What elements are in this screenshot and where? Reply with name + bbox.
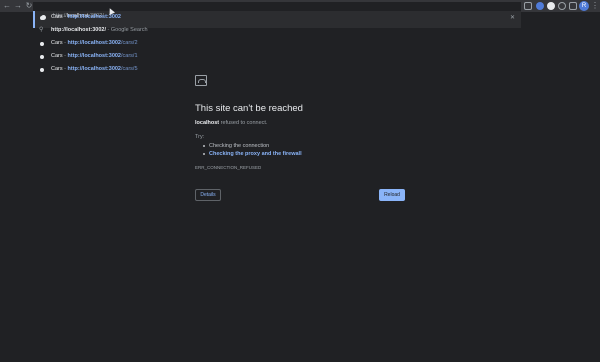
puzzle-icon[interactable] [558, 2, 566, 10]
error-title: This site can't be reached [195, 103, 303, 114]
omnibox-dropdown: http://localhost:3002/ ✕ Cars - http://l… [33, 2, 521, 77]
details-button[interactable]: Details [195, 189, 221, 201]
globe-icon [40, 68, 44, 72]
forward-icon[interactable]: → [13, 1, 23, 11]
globe-icon [40, 42, 44, 46]
extension-icon[interactable] [524, 2, 532, 10]
extension-icon[interactable] [547, 2, 555, 10]
suggestion-row[interactable]: Cars - http://localhost:3002 [33, 12, 521, 24]
try-label: Try: [195, 134, 205, 140]
extension-icon[interactable] [536, 2, 544, 10]
reload-button[interactable]: Reload [379, 189, 405, 201]
error-suggestions: Checking the connection Checking the pro… [203, 142, 302, 158]
globe-icon [40, 55, 44, 59]
suggestion-check-connection: Checking the connection [203, 142, 302, 150]
suggestion-row[interactable]: Cars - http://localhost:3002/cars/5 [33, 64, 521, 76]
globe-icon [40, 16, 44, 20]
suggestion-row[interactable]: Cars - http://localhost:3002/cars/2 [33, 38, 521, 50]
suggestion-check-proxy-link[interactable]: Checking the proxy and the firewall [203, 150, 302, 158]
suggestion-row[interactable]: ⚲ http://localhost:3002/ - Google Search [33, 25, 521, 37]
back-icon[interactable]: ← [2, 1, 12, 11]
profile-avatar[interactable]: R [579, 1, 589, 11]
menu-icon[interactable]: ⋮ [591, 1, 599, 11]
extension-icon[interactable] [569, 2, 577, 10]
suggestion-row[interactable]: Cars - http://localhost:3002/cars/1 [33, 51, 521, 63]
error-message: localhost refused to connect. [195, 120, 268, 126]
sad-page-icon [195, 75, 207, 86]
error-code: ERR_CONNECTION_REFUSED [195, 165, 262, 170]
search-icon: ⚲ [39, 27, 44, 33]
